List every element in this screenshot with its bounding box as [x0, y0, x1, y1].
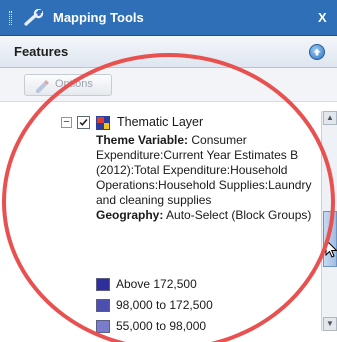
mouse-cursor-icon: [325, 239, 337, 258]
legend-swatch: [96, 320, 110, 333]
features-header: Features: [0, 36, 337, 68]
options-button[interactable]: Options: [24, 74, 112, 96]
geography-value: Auto-Select (Block Groups): [163, 208, 312, 222]
collapse-tree-toggle[interactable]: −: [61, 117, 72, 128]
layer-name[interactable]: Thematic Layer: [117, 115, 203, 129]
pencil-icon: [36, 80, 49, 93]
wrench-icon: [24, 9, 44, 26]
layer-list-panel: − Thematic Layer Theme Variable: Consume…: [0, 103, 337, 342]
theme-variable-label: Theme Variable:: [96, 133, 189, 147]
scroll-down-arrow-icon[interactable]: ▼: [323, 317, 337, 331]
geography-label: Geography:: [96, 208, 164, 222]
options-label: Options: [55, 78, 93, 90]
scroll-up-arrow-icon[interactable]: ▲: [323, 111, 337, 125]
legend-label: 55,000 to 98,000: [116, 319, 207, 333]
mapping-tools-window: Mapping Tools X Features Options − Thema…: [0, 0, 337, 342]
window-title: Mapping Tools: [53, 10, 144, 25]
title-bar[interactable]: Mapping Tools X: [0, 0, 337, 36]
legend-swatch: [96, 278, 110, 291]
legend-swatch: [96, 299, 110, 312]
thematic-layer-icon: [96, 116, 110, 130]
features-toolbar: Options: [0, 68, 337, 102]
drag-grip-icon[interactable]: [9, 11, 12, 25]
legend-label: Above 172,500: [116, 277, 197, 291]
features-title: Features: [14, 44, 69, 59]
layer-details: Theme Variable: Consumer Expenditure:Cur…: [96, 133, 321, 223]
legend-label: 98,000 to 172,500: [116, 298, 213, 312]
close-button[interactable]: X: [318, 9, 327, 26]
collapse-up-icon[interactable]: [309, 44, 325, 60]
layer-visibility-checkbox[interactable]: [77, 116, 90, 129]
vertical-scrollbar[interactable]: ▲ ▼: [321, 111, 337, 331]
